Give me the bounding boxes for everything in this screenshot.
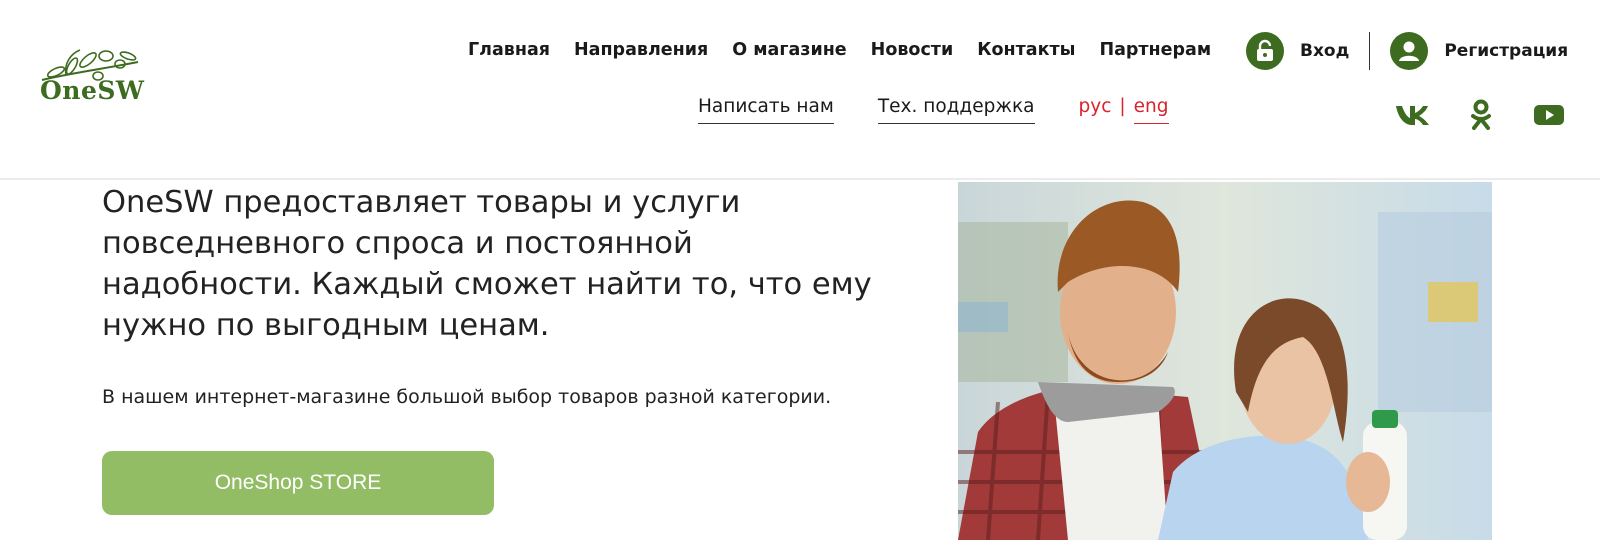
tech-support-link[interactable]: Тех. поддержка bbox=[877, 96, 1035, 124]
login-label: Вход bbox=[1300, 41, 1350, 61]
register-label: Регистрация bbox=[1444, 41, 1569, 61]
nav-item-news[interactable]: Новости bbox=[871, 40, 954, 60]
secondary-navigation: Написать нам Тех. поддержка рус | eng bbox=[698, 96, 1169, 124]
oneshop-store-button[interactable]: OneShop STORE bbox=[102, 451, 494, 515]
social-links bbox=[1394, 98, 1568, 132]
lock-icon bbox=[1246, 32, 1284, 70]
write-to-us-link[interactable]: Написать нам bbox=[698, 96, 834, 124]
register-link[interactable]: Регистрация bbox=[1390, 32, 1568, 70]
nav-item-directions[interactable]: Направления bbox=[574, 40, 708, 60]
hero-photo-couple-shopping bbox=[958, 182, 1492, 540]
login-link[interactable]: Вход bbox=[1246, 32, 1349, 70]
main-navigation: Главная Направления О магазине Новости К… bbox=[468, 40, 1211, 60]
hero-title: OneSW предоставляет товары и услуги повс… bbox=[102, 185, 872, 343]
user-icon bbox=[1390, 32, 1429, 70]
logo-wordmark[interactable]: OneSW bbox=[40, 76, 145, 105]
language-ru[interactable]: рус bbox=[1079, 96, 1112, 124]
language-separator: | bbox=[1119, 96, 1126, 117]
nav-item-contacts[interactable]: Контакты bbox=[977, 40, 1075, 60]
odnoklassniki-icon[interactable] bbox=[1462, 98, 1500, 132]
vk-icon[interactable] bbox=[1394, 98, 1432, 132]
auth-divider bbox=[1369, 32, 1371, 70]
site-header: OneSW Главная Направления О магазине Нов… bbox=[0, 0, 1600, 180]
language-switcher: рус | eng bbox=[1079, 96, 1169, 124]
auth-links: Вход Регистрация bbox=[1246, 32, 1568, 70]
hero-description: В нашем интернет-магазине большой выбор … bbox=[102, 386, 832, 408]
nav-item-about-store[interactable]: О магазине bbox=[732, 40, 846, 60]
youtube-icon[interactable] bbox=[1530, 98, 1568, 132]
nav-item-home[interactable]: Главная bbox=[468, 40, 550, 60]
language-en[interactable]: eng bbox=[1133, 96, 1169, 124]
nav-item-partners[interactable]: Партнерам bbox=[1099, 40, 1211, 60]
